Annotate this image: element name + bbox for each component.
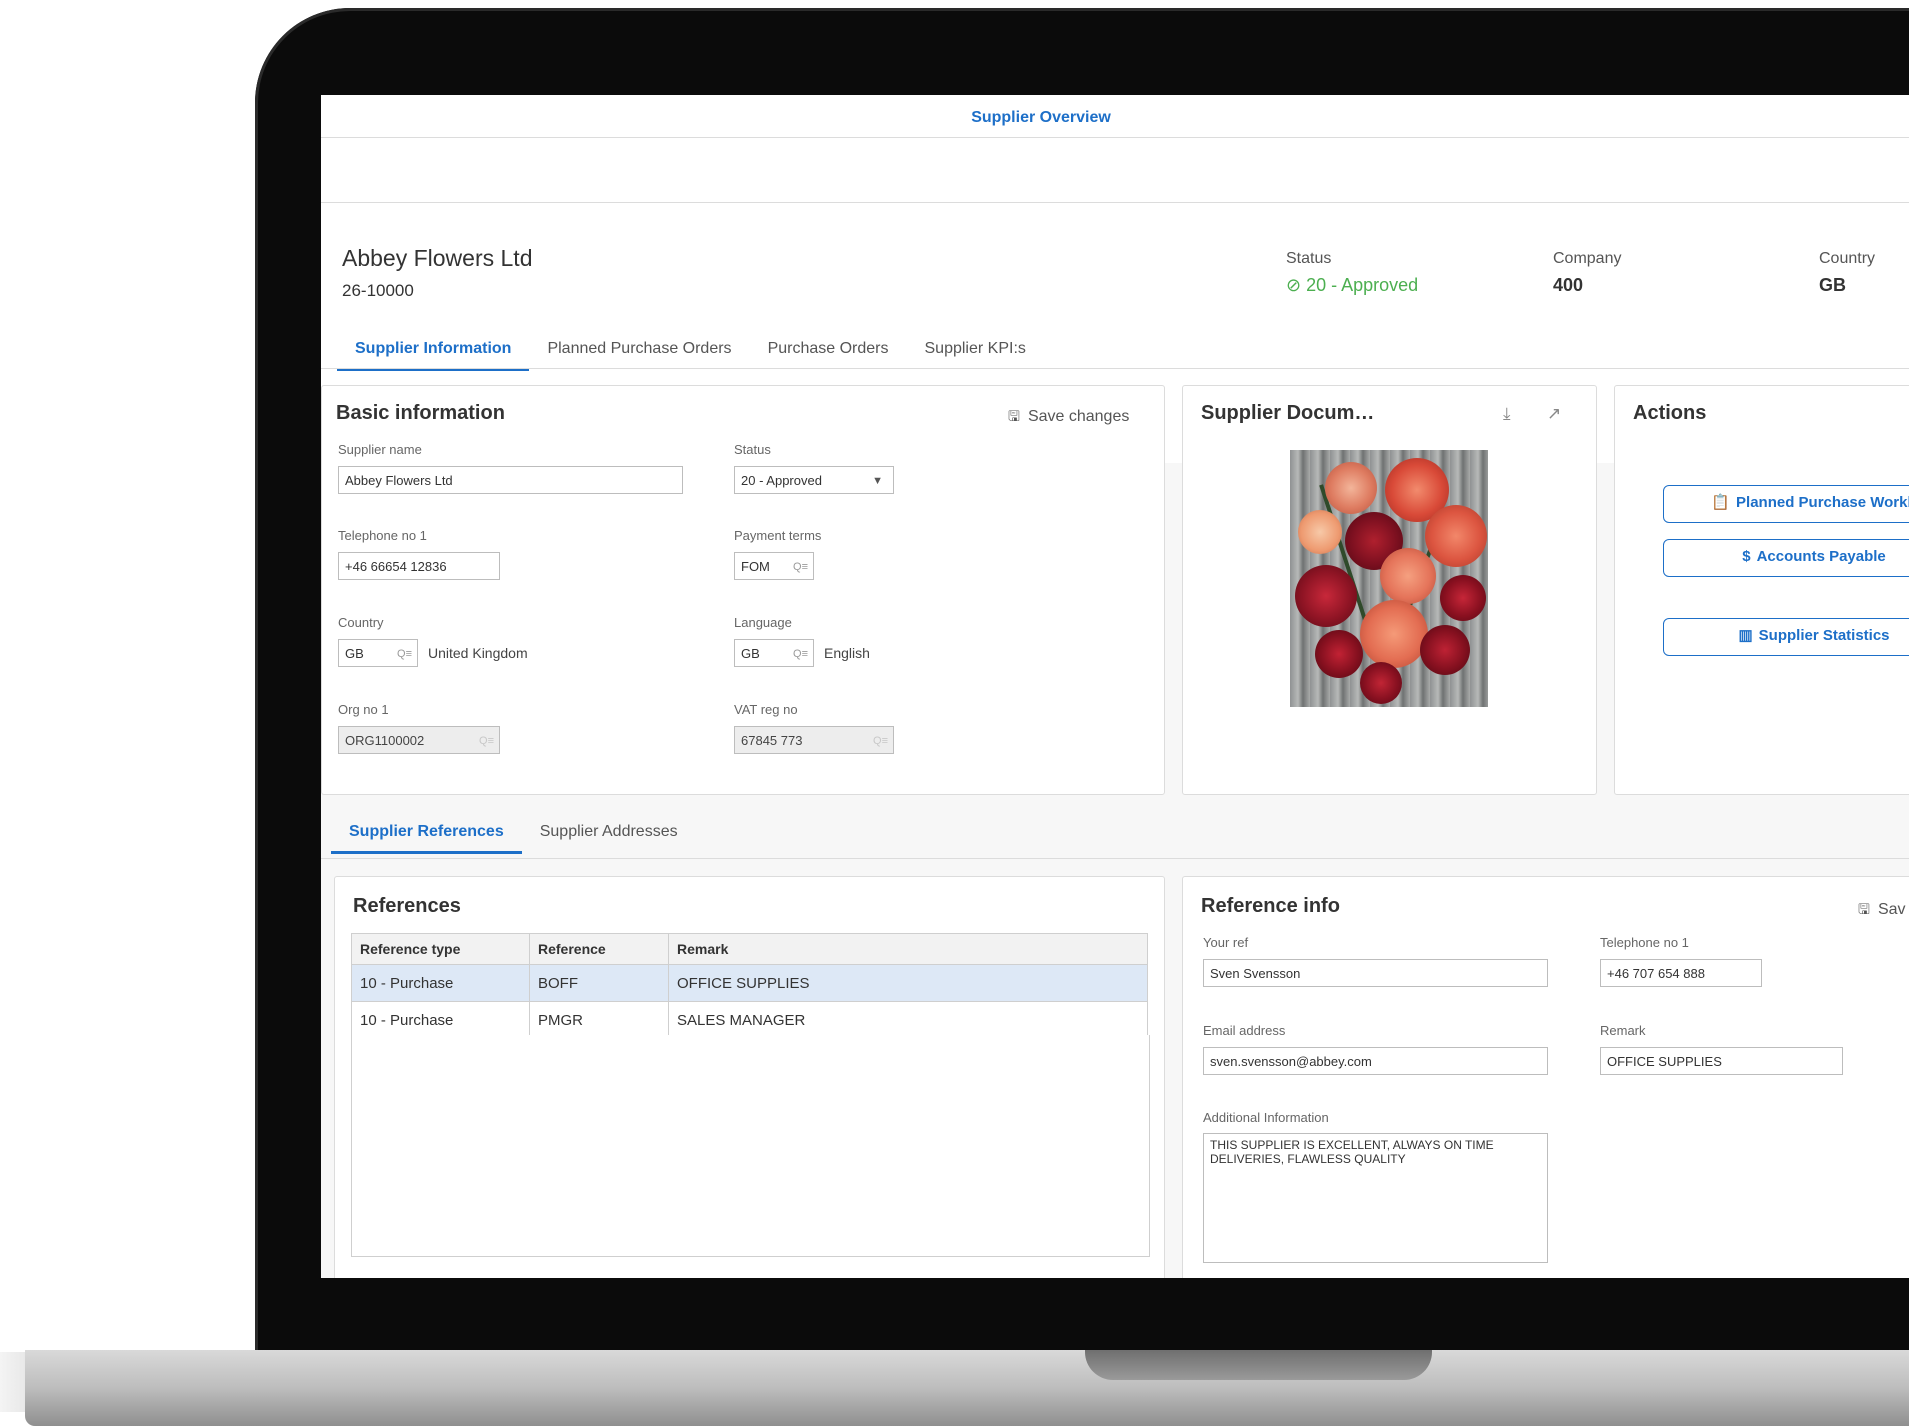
ref-telephone-input[interactable]: +46 707 654 888 bbox=[1600, 959, 1762, 987]
table-cell: BOFF bbox=[529, 964, 669, 1002]
email-field[interactable]: sven.svensson@abbey.com bbox=[1203, 1047, 1548, 1075]
status-value: ⊘ 20 - Approved bbox=[1286, 275, 1419, 295]
lookup-icon: Q≡ bbox=[873, 735, 888, 747]
status-select[interactable]: 20 - Approved ▼ bbox=[734, 466, 894, 494]
table-row[interactable]: 10 - Purchase BOFF OFFICE SUPPLIES bbox=[351, 964, 1148, 1002]
payment-terms-label: Payment terms bbox=[734, 528, 822, 543]
references-table: Reference type Reference Remark 10 - Pur… bbox=[351, 933, 1148, 1039]
country-field-label: Country bbox=[338, 615, 384, 630]
dollar-icon: $ bbox=[1742, 548, 1751, 565]
planned-purchase-workbench-button[interactable]: 📋 Planned Purchase Workb bbox=[1663, 485, 1909, 523]
reference-tabs: Supplier References Supplier Addresses bbox=[331, 815, 696, 854]
tab-supplier-references[interactable]: Supplier References bbox=[331, 815, 522, 854]
table-empty-area bbox=[351, 1035, 1150, 1257]
tabs-divider bbox=[321, 368, 1909, 369]
supplier-documents-panel: Supplier Docum… ⤓ ↗ bbox=[1182, 385, 1597, 795]
basic-information-title: Basic information bbox=[336, 402, 505, 424]
ref-telephone-label: Telephone no 1 bbox=[1600, 935, 1689, 950]
references-panel: References Reference type Reference Rema… bbox=[334, 876, 1165, 1278]
remark-label: Remark bbox=[1600, 1023, 1646, 1038]
reference-info-panel: Reference info 🖫 Sav Your ref Sven Svenss… bbox=[1182, 876, 1909, 1278]
country-input[interactable]: GB Q≡ bbox=[338, 639, 418, 667]
supplier-document-image[interactable] bbox=[1290, 450, 1488, 707]
supplier-id: 26-10000 bbox=[342, 281, 414, 300]
lookup-icon[interactable]: Q≡ bbox=[793, 640, 808, 668]
column-header[interactable]: Remark bbox=[668, 933, 1148, 965]
table-header-row: Reference type Reference Remark bbox=[351, 933, 1148, 965]
references-title: References bbox=[353, 895, 461, 917]
supplier-name: Abbey Flowers Ltd bbox=[342, 245, 533, 271]
org-no-label: Org no 1 bbox=[338, 702, 389, 717]
actions-panel: Actions 📋 Planned Purchase Workb $ Account… bbox=[1614, 385, 1909, 795]
table-cell: 10 - Purchase bbox=[351, 1001, 530, 1039]
actions-title: Actions bbox=[1633, 402, 1707, 424]
supplier-statistics-button[interactable]: ▥ Supplier Statistics bbox=[1663, 618, 1909, 656]
toolbar-area bbox=[321, 138, 1909, 203]
save-reference-button[interactable]: 🖫 Sav bbox=[1858, 899, 1906, 923]
table-cell: OFFICE SUPPLIES bbox=[668, 964, 1148, 1002]
reference-info-title: Reference info bbox=[1201, 895, 1340, 917]
laptop-notch bbox=[1085, 1350, 1432, 1380]
table-row[interactable]: 10 - Purchase PMGR SALES MANAGER bbox=[351, 1001, 1148, 1039]
supplier-name-label: Supplier name bbox=[338, 442, 422, 457]
top-bar: Supplier Overview bbox=[321, 95, 1909, 138]
email-label: Email address bbox=[1203, 1023, 1286, 1038]
download-icon[interactable]: ⤓ bbox=[1503, 404, 1511, 424]
lookup-icon: Q≡ bbox=[479, 735, 494, 747]
column-header[interactable]: Reference bbox=[529, 933, 669, 965]
open-external-icon[interactable]: ↗ bbox=[1547, 404, 1561, 424]
subtabs-divider bbox=[321, 858, 1909, 859]
language-name: English bbox=[824, 645, 870, 661]
company-label: Company bbox=[1553, 250, 1622, 267]
telephone-label: Telephone no 1 bbox=[338, 528, 427, 543]
save-changes-button[interactable]: 🖫 Save changes bbox=[1008, 406, 1129, 430]
chevron-down-icon: ▼ bbox=[872, 475, 883, 487]
basic-information-panel: Basic information 🖫 Save changes Supplier… bbox=[321, 385, 1165, 795]
vat-reg-input: 67845 773 Q≡ bbox=[734, 726, 894, 754]
country-value: GB bbox=[1819, 275, 1846, 295]
language-label: Language bbox=[734, 615, 792, 630]
org-no-input: ORG1100002 Q≡ bbox=[338, 726, 500, 754]
vat-reg-label: VAT reg no bbox=[734, 702, 798, 717]
payment-terms-input[interactable]: FOM Q≡ bbox=[734, 552, 814, 580]
remark-input[interactable]: OFFICE SUPPLIES bbox=[1600, 1047, 1843, 1075]
check-circle-icon: ⊘ bbox=[1286, 275, 1302, 295]
lookup-icon[interactable]: Q≡ bbox=[793, 553, 808, 581]
tab-planned-purchase-orders[interactable]: Planned Purchase Orders bbox=[529, 332, 749, 368]
accounts-payable-button[interactable]: $ Accounts Payable bbox=[1663, 539, 1909, 577]
additional-info-label: Additional Information bbox=[1203, 1110, 1329, 1125]
save-icon: 🖫 bbox=[1858, 901, 1870, 917]
your-ref-input[interactable]: Sven Svensson bbox=[1203, 959, 1548, 987]
telephone-input[interactable]: +46 66654 12836 bbox=[338, 552, 500, 580]
country-label: Country bbox=[1819, 250, 1876, 267]
column-header[interactable]: Reference type bbox=[351, 933, 530, 965]
app-title: Supplier Overview bbox=[971, 109, 1111, 126]
table-cell: SALES MANAGER bbox=[668, 1001, 1148, 1039]
tab-supplier-information[interactable]: Supplier Information bbox=[337, 332, 530, 371]
lookup-icon[interactable]: Q≡ bbox=[397, 640, 412, 668]
country-name: United Kingdom bbox=[428, 645, 528, 661]
chart-icon: ▥ bbox=[1738, 627, 1753, 644]
supplier-name-input[interactable]: Abbey Flowers Ltd bbox=[338, 466, 683, 494]
tab-purchase-orders[interactable]: Purchase Orders bbox=[750, 332, 907, 368]
clipboard-icon: 📋 bbox=[1711, 494, 1731, 511]
tab-supplier-kpis[interactable]: Supplier KPI:s bbox=[907, 332, 1044, 368]
main-tabs: Supplier Information Planned Purchase Or… bbox=[337, 332, 1044, 371]
status-label: Status bbox=[1286, 250, 1332, 267]
laptop-base bbox=[25, 1350, 1909, 1426]
your-ref-label: Your ref bbox=[1203, 935, 1249, 950]
app-screen: Supplier Overview Abbey Flowers Ltd 26-1… bbox=[321, 95, 1909, 1278]
save-icon: 🖫 bbox=[1008, 408, 1020, 424]
additional-info-textarea[interactable]: THIS SUPPLIER IS EXCELLENT, ALWAYS ON TI… bbox=[1203, 1133, 1548, 1263]
table-cell: 10 - Purchase bbox=[351, 964, 530, 1002]
status-field-label: Status bbox=[734, 442, 771, 457]
tab-supplier-addresses[interactable]: Supplier Addresses bbox=[522, 815, 696, 851]
supplier-documents-title: Supplier Docum… bbox=[1201, 402, 1375, 424]
language-input[interactable]: GB Q≡ bbox=[734, 639, 814, 667]
table-cell: PMGR bbox=[529, 1001, 669, 1039]
company-value: 400 bbox=[1553, 275, 1584, 295]
